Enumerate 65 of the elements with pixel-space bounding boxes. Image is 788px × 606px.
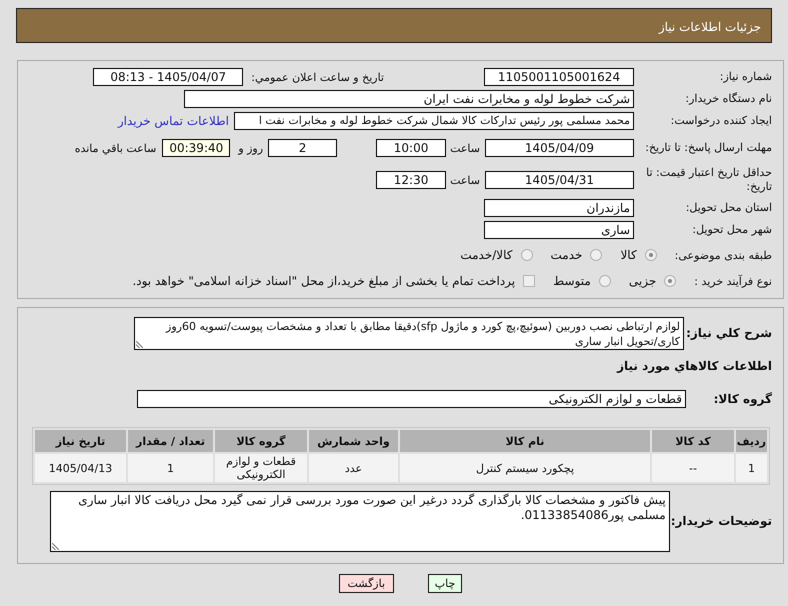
option-label: متوسط — [553, 274, 591, 288]
field-label: روز و — [238, 140, 264, 156]
province-field[interactable]: مازندران — [484, 199, 634, 217]
buyer-org-field[interactable]: شرکت خطوط لوله و مخابرات نفت ایران — [184, 90, 634, 108]
field-label: نام دستگاه خریدار: — [684, 92, 772, 106]
contact-info-link[interactable]: اطلاعات تماس خریدار — [118, 114, 229, 128]
radio-button[interactable] — [520, 249, 532, 261]
column-header: تعداد / مقدار — [128, 430, 213, 452]
print-button[interactable]: چاپ — [428, 574, 462, 593]
field-label: تاریخ و ساعت اعلان عمومي: — [251, 70, 384, 84]
date-field[interactable]: 1405/04/31 — [485, 171, 634, 189]
section-label: توضیحات خریدار: — [670, 514, 772, 529]
table-cell: عدد — [309, 454, 398, 482]
time-field[interactable]: 12:30 — [376, 171, 446, 189]
section-label: شرح کلي نیاز: — [686, 326, 772, 341]
field-label: استان محل تحویل: — [684, 201, 772, 215]
section-label: گروه کالا: — [712, 392, 772, 406]
checkbox[interactable] — [523, 275, 536, 287]
radio-button[interactable] — [644, 249, 657, 261]
column-header: واحد شمارش — [309, 430, 398, 452]
page-title: جزئیات اطلاعات نیاز — [658, 20, 761, 34]
table-cell: قطعات و لوازم الکترونیکی — [215, 454, 307, 482]
field-label: طبقه بندی موضوعی: — [674, 248, 772, 262]
table-cell: پچکورد سیستم کنترل — [400, 454, 650, 482]
days-field[interactable]: 2 — [268, 139, 338, 157]
resize-grip-icon[interactable] — [136, 341, 143, 348]
buyer-notes-field[interactable]: پیش فاکتور و مشخصات کالا بارگذاری گردد درغیر این صورت مورد بررسی قرار نمی گیرد محل دریافت کالا انبار ساری مسلمی پور01133854086. — [50, 491, 670, 552]
column-header: ردیف — [736, 430, 767, 452]
option-label: کالا — [620, 248, 637, 262]
table-cell: -- — [652, 454, 734, 482]
radio-button[interactable] — [590, 249, 602, 261]
field-label: شماره نیاز: — [718, 70, 772, 84]
goods-group-field[interactable]: قطعات و لوازم الکترونیکی — [137, 390, 686, 408]
need-number-field[interactable]: 1105001105001624 — [484, 68, 634, 86]
field-label: نوع فرآیند خرید : — [694, 274, 772, 288]
remaining-time-field[interactable]: 00:39:40 — [162, 139, 230, 157]
requester-field[interactable]: محمد مسلمی پور رئیس تدارکات کالا شمال شرکت خطوط لوله و مخابرات نفت ا — [234, 112, 634, 130]
radio-button[interactable] — [664, 275, 676, 287]
column-header: تاریخ نیاز — [35, 430, 126, 452]
table-cell: 1 — [128, 454, 213, 482]
field-label: ساعت — [450, 140, 480, 156]
table-cell: 1405/04/13 — [35, 454, 126, 482]
radio-button[interactable] — [598, 275, 611, 287]
option-label: خدمت — [550, 248, 582, 262]
column-header: کد کالا — [652, 430, 734, 452]
option-label: کالا/خدمت — [460, 248, 512, 262]
table-cell: 1 — [736, 454, 767, 482]
city-field[interactable]: ساری — [484, 221, 634, 239]
field-label: حداقل تاریخ اعتبار قیمت: تا تاریخ: — [645, 166, 772, 194]
field-label: ایجاد کننده درخواست: — [670, 114, 772, 128]
checkbox-label: پرداخت تمام یا بخشی از مبلغ خرید،از محل "اسناد خزانه اسلامی" خواهد بود. — [132, 274, 516, 288]
resize-grip-icon[interactable] — [52, 543, 59, 550]
column-header: گروه کالا — [215, 430, 307, 452]
announcement-date-field[interactable]: 1405/04/07 - 08:13 — [93, 68, 244, 86]
section-title: اطلاعات کالاهاي مورد نیاز — [617, 358, 772, 374]
option-label: جزیی — [628, 274, 656, 288]
field-label: شهر محل تحویل: — [691, 223, 772, 237]
column-header: نام کالا — [400, 430, 650, 452]
back-button[interactable]: بازگشت — [338, 574, 394, 593]
field-label: مهلت ارسال پاسخ: تا تاریخ: — [644, 141, 772, 155]
field-label: ساعت باقي مانده — [74, 140, 156, 156]
date-field[interactable]: 1405/04/09 — [485, 139, 634, 157]
time-field[interactable]: 10:00 — [376, 139, 446, 157]
need-description-field[interactable]: لوازم ارتباطی نصب دوربین (سوئیچ،پچ کورد و ماژول sfp)دقیقا مطابق با تعداد و مشخصات پیوست/تسویه 60روز کاری/تحویل انبار ساری — [134, 317, 684, 350]
field-label: ساعت — [450, 172, 480, 188]
